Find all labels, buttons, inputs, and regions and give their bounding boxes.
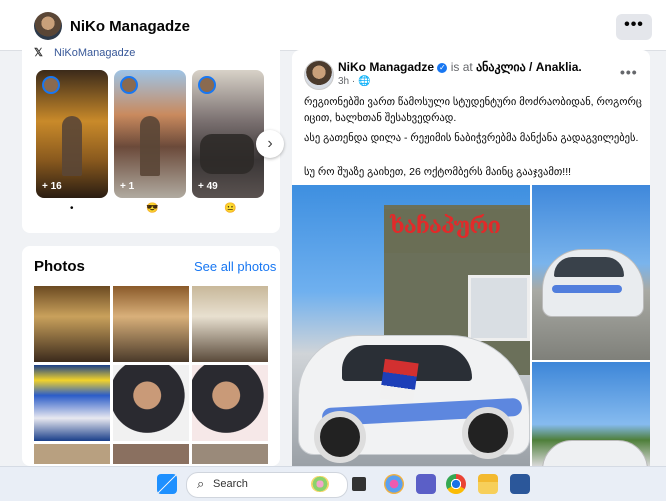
teams-icon[interactable] bbox=[416, 474, 436, 494]
windows-taskbar: ⌕ Search bbox=[0, 466, 666, 501]
windows-start-icon[interactable] bbox=[157, 474, 177, 494]
story-person bbox=[62, 116, 82, 176]
flag-on-car bbox=[379, 358, 419, 404]
chevron-right-icon[interactable]: › bbox=[256, 130, 284, 158]
post-paragraph-1: რეგიონებში ვართ წამოსული სტუდენტური მოძრ… bbox=[304, 96, 642, 124]
photo-thumbnail[interactable] bbox=[34, 365, 110, 441]
taskbar-search-label: Search bbox=[213, 478, 248, 490]
story-count: + 16 bbox=[42, 181, 62, 192]
post-meta: 3h · 🌐 bbox=[338, 76, 371, 87]
story-person bbox=[140, 116, 160, 176]
post-paragraph-2: ასე გათენდა დილა - რეჟიმის ნაბიჭვრებმა მ… bbox=[304, 132, 639, 144]
word-icon[interactable] bbox=[510, 474, 530, 494]
story-count: + 1 bbox=[120, 181, 135, 192]
post-time[interactable]: 3h bbox=[338, 76, 349, 87]
verified-badge-icon: ✓ bbox=[437, 62, 448, 73]
story-group bbox=[200, 134, 254, 174]
is-at-text: is at bbox=[450, 60, 473, 74]
featured-story-3[interactable]: + 49 bbox=[192, 70, 264, 198]
x-icon: 𝕏 bbox=[34, 47, 43, 59]
post-author-avatar[interactable] bbox=[304, 60, 334, 90]
car-roof bbox=[542, 440, 648, 466]
post-photo-2[interactable] bbox=[532, 185, 650, 360]
photo-thumbnail[interactable] bbox=[192, 286, 268, 362]
chrome-icon[interactable] bbox=[446, 474, 466, 494]
post-photo-3[interactable] bbox=[532, 362, 650, 466]
story-reaction-3: 😐 bbox=[224, 203, 237, 214]
car-rear-window bbox=[554, 257, 624, 277]
post-card: NiKo Managadze ✓ is at ანაკლია / Anaklia… bbox=[292, 50, 650, 466]
photos-card: Photos See all photos bbox=[22, 246, 280, 466]
photo-thumbnail[interactable] bbox=[113, 444, 189, 464]
post-paragraph-3: სუ რო შუაზე გაიხეთ, 26 ოქტომბერს მაინც გ… bbox=[304, 166, 572, 178]
search-icon: ⌕ bbox=[197, 476, 205, 491]
story-reaction-1: • bbox=[70, 203, 74, 214]
story-reaction-2: 😎 bbox=[146, 203, 159, 214]
shop-sign-text: ხაჩაპური bbox=[390, 213, 501, 239]
story-avatar bbox=[42, 76, 60, 94]
story-count: + 49 bbox=[198, 181, 218, 192]
photo-thumbnail[interactable] bbox=[34, 286, 110, 362]
photo-thumbnail[interactable] bbox=[192, 365, 268, 441]
intro-card: 𝕏 NiKoManagadze + 16 + 1 + 49 › • 😎 😐 bbox=[22, 40, 284, 233]
photo-thumbnail[interactable] bbox=[113, 286, 189, 362]
blue-paint-graffiti bbox=[552, 285, 622, 293]
shop-window bbox=[468, 275, 530, 341]
photo-thumbnail[interactable] bbox=[34, 444, 110, 464]
post-author-name[interactable]: NiKo Managadze bbox=[338, 60, 434, 74]
post-location[interactable]: ანაკლია / Anaklia. bbox=[476, 60, 582, 74]
taskbar-search[interactable]: ⌕ Search bbox=[186, 472, 348, 498]
photos-title: Photos bbox=[34, 258, 85, 275]
post-photo-main[interactable]: ხაჩაპური bbox=[292, 185, 530, 466]
post-options-button[interactable]: ••• bbox=[620, 64, 638, 80]
car-wheel bbox=[314, 411, 366, 463]
featured-story-1[interactable]: + 16 bbox=[36, 70, 108, 198]
x-profile-link[interactable]: 𝕏 NiKoManagadze bbox=[34, 46, 135, 59]
page-avatar[interactable] bbox=[34, 12, 62, 40]
featured-story-2[interactable]: + 1 bbox=[114, 70, 186, 198]
copilot-icon[interactable] bbox=[384, 474, 404, 494]
photo-thumbnail[interactable] bbox=[192, 444, 268, 464]
page-name[interactable]: NiKo Managadze bbox=[70, 18, 190, 35]
file-explorer-icon[interactable] bbox=[478, 474, 498, 494]
photo-thumbnail[interactable] bbox=[113, 365, 189, 441]
task-view-icon[interactable] bbox=[352, 477, 366, 491]
more-options-button[interactable]: ••• bbox=[616, 14, 652, 40]
search-highlight-icon bbox=[311, 476, 329, 492]
story-avatar bbox=[198, 76, 216, 94]
car-wheel bbox=[462, 407, 514, 459]
post-header: NiKo Managadze ✓ is at ანაკლია / Anaklia… bbox=[338, 60, 582, 74]
see-all-photos-link[interactable]: See all photos bbox=[194, 259, 276, 274]
globe-icon: 🌐 bbox=[358, 76, 371, 87]
x-handle[interactable]: NiKoManagadze bbox=[54, 47, 135, 59]
story-avatar bbox=[120, 76, 138, 94]
